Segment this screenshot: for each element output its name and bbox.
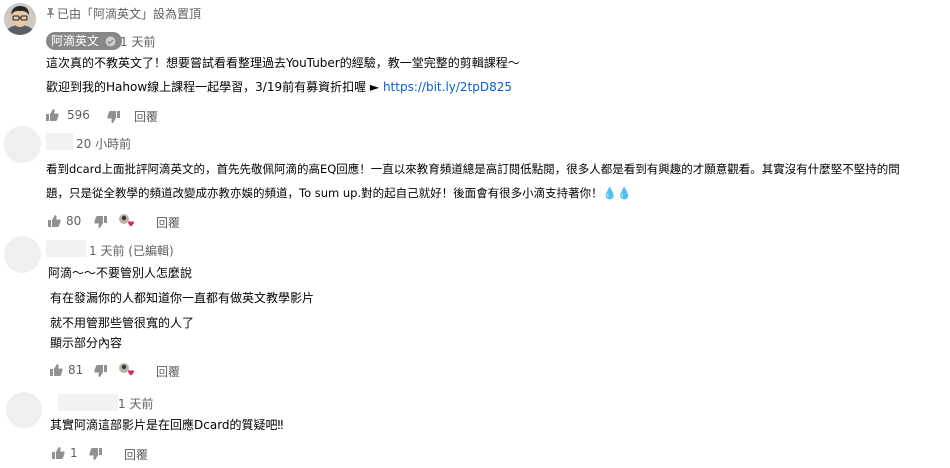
avatar[interactable] [4,126,41,163]
avatar[interactable] [4,3,36,35]
like-count: 596 [67,108,90,122]
avatar[interactable] [6,392,42,428]
author-name-redacted[interactable] [46,133,73,150]
author-name[interactable]: 阿滴英文 [51,34,99,48]
reply-button[interactable]: 回覆 [156,214,180,231]
comment-time[interactable]: 1 天前 [118,395,153,412]
avatar-portrait-icon [4,3,36,35]
thumbs-up-icon [48,215,61,227]
pin-icon [47,8,54,18]
avatar[interactable] [4,236,41,273]
creator-heart-icon [118,362,134,378]
reply-button[interactable]: 回覆 [156,363,180,380]
comment-text-line: 這次真的不教英文了！想要嘗試看看整理過去YouTuber的經驗，教一堂完整的剪輯… [46,56,520,70]
comment-text-line: 阿滴～～不要管別人怎麼說 [48,266,193,280]
comment-time[interactable]: 1 天前 [120,33,155,50]
thumbs-down-icon[interactable] [94,365,107,377]
creator-heart-icon [118,213,134,229]
like-count: 81 [68,363,84,377]
author-name-redacted[interactable] [58,394,118,411]
like-count: 1 [70,446,78,460]
show-more-link[interactable]: 顯示部分內容 [50,336,122,351]
author-name-redacted[interactable] [46,240,86,257]
thumbs-up-icon [52,447,65,459]
pinned-label: 已由「阿滴英文」設為置頂 [57,7,202,21]
comment-text-line: 其實阿滴這部影片是在回應Dcard的質疑吧‼ [50,418,284,432]
like-button[interactable]: 1 [52,446,78,460]
verified-check-icon [105,36,116,47]
comment-text-line: 就不用管那些管很寬的人了 [50,316,195,330]
comment-time[interactable]: 20 小時前 [76,135,131,152]
comment-text-prefix: 歡迎到我的Hahow線上課程一起學習，3/19前有募資折扣喔 ► [46,80,383,94]
thumbs-down-icon[interactable] [94,216,107,228]
comment-text-line: 歡迎到我的Hahow線上課程一起學習，3/19前有募資折扣喔 ► https:/… [46,80,512,95]
like-button[interactable]: 596 [46,108,90,122]
like-button[interactable]: 80 [48,214,81,228]
comment-text-line: 題，只是從全教學的頻道改變成亦教亦娛的頻道，To sum up.對的起自己就好！… [46,186,632,200]
thumbs-up-icon [46,109,59,121]
course-link[interactable]: https://bit.ly/2tpD825 [383,80,512,94]
reply-button[interactable]: 回覆 [124,446,148,463]
comment-text-line: 看到dcard上面批評阿滴英文的，首先先敬佩阿滴的高EQ回應！一直以來教育頻道總… [46,162,900,176]
thumbs-down-icon[interactable] [89,448,102,460]
reply-button[interactable]: 回覆 [134,108,158,125]
comment-text-line: 有在發漏你的人都知道你一直都有做英文教學影片 [50,291,315,305]
thumbs-up-icon [50,364,63,376]
author-badge[interactable]: 阿滴英文 [46,32,122,50]
comment-time[interactable]: 1 天前 (已編輯) [89,242,174,259]
like-button[interactable]: 81 [50,363,83,377]
like-count: 80 [66,214,82,228]
thumbs-down-icon[interactable] [107,111,120,123]
